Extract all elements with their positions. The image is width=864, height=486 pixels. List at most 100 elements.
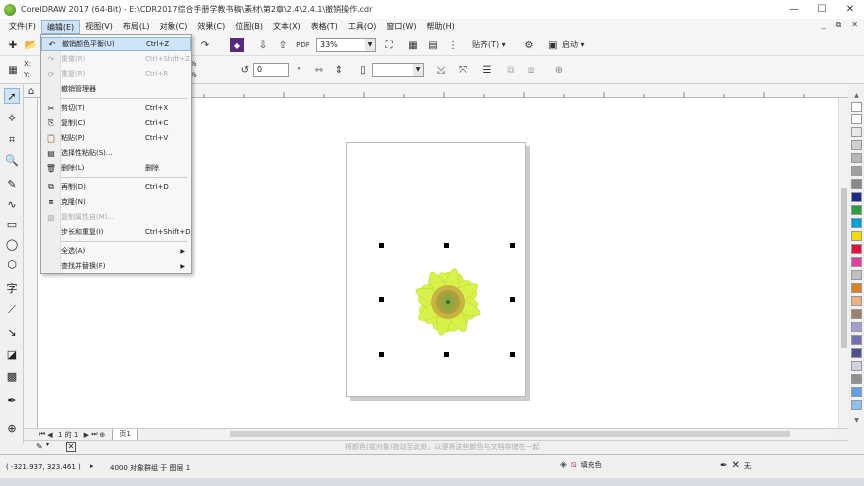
palette-swatch[interactable] bbox=[851, 309, 862, 319]
palette-swatch[interactable] bbox=[851, 270, 862, 280]
page-tab[interactable]: 页1 bbox=[112, 428, 138, 441]
doc-restore-icon[interactable]: ⧉ bbox=[836, 20, 842, 30]
add-tool-icon[interactable]: ⊕ bbox=[4, 420, 20, 436]
align-distribute-icon[interactable]: ☰ bbox=[480, 63, 494, 77]
edit-menu-item[interactable]: ▧ 复制属性自(M)... bbox=[41, 210, 191, 224]
edit-menu-item[interactable]: 🗑 删除(L) 删除 bbox=[41, 161, 191, 175]
publish-pdf-icon[interactable]: PDF bbox=[296, 38, 310, 52]
object-origin-icon[interactable]: ▦ bbox=[6, 63, 20, 77]
new-document-icon[interactable]: ✚ bbox=[6, 38, 20, 52]
parallel-dimension-icon[interactable]: ⟋ bbox=[4, 302, 20, 318]
palette-swatch[interactable] bbox=[851, 205, 862, 215]
selection-handle-middle-right[interactable] bbox=[510, 297, 515, 302]
palette-swatch[interactable] bbox=[851, 361, 862, 371]
palette-swatch[interactable] bbox=[851, 296, 862, 306]
palette-swatch[interactable] bbox=[851, 127, 862, 137]
mirror-horizontal-icon[interactable]: ⇿ bbox=[312, 63, 326, 77]
rotation-angle-input[interactable]: 0 bbox=[253, 63, 289, 77]
edit-menu-item[interactable]: ⧈ 克隆(N) bbox=[41, 195, 191, 209]
palette-arrow-icon[interactable]: ▾ bbox=[46, 441, 49, 448]
selection-handle-bottom-middle[interactable] bbox=[444, 352, 449, 357]
eyedropper-icon[interactable]: ✎ bbox=[36, 442, 43, 451]
edit-menu-item[interactable]: ▤ 选择性粘贴(S)... bbox=[41, 146, 191, 160]
palette-swatch[interactable] bbox=[851, 192, 862, 202]
shape-tool-icon[interactable]: ⟡ bbox=[4, 110, 20, 126]
selection-handle-top-left[interactable] bbox=[379, 243, 384, 248]
ellipse-tool-icon[interactable]: ◯ bbox=[4, 236, 20, 252]
previous-page-icon[interactable]: ◀ bbox=[46, 431, 54, 439]
menu-edit[interactable]: 编辑(E) bbox=[40, 19, 81, 34]
vertical-ruler[interactable] bbox=[24, 98, 38, 428]
selection-handle-top-right[interactable] bbox=[510, 243, 515, 248]
menu-file[interactable]: 文件(F) bbox=[4, 20, 41, 34]
edit-menu-item[interactable]: ⟳ 重复(R) Ctrl+R bbox=[41, 67, 191, 81]
palette-swatch[interactable] bbox=[851, 335, 862, 345]
edit-menu-item[interactable]: 查找并替换(F) ▶ bbox=[41, 259, 191, 273]
open-icon[interactable]: 📂 bbox=[24, 38, 38, 52]
edit-menu-item[interactable]: ⎘ 复制(C) Ctrl+C bbox=[41, 116, 191, 130]
palette-swatch[interactable] bbox=[851, 387, 862, 397]
launch-dropdown[interactable]: 启动 ▾ bbox=[562, 39, 585, 50]
options-gear-icon[interactable]: ⚙ bbox=[522, 38, 536, 52]
palette-swatch[interactable] bbox=[851, 257, 862, 267]
text-tool-icon[interactable]: 字 bbox=[4, 280, 20, 296]
palette-scroll-down-icon[interactable]: ▼ bbox=[851, 417, 862, 425]
menu-help[interactable]: 帮助(H) bbox=[422, 20, 460, 34]
pick-tool-icon[interactable]: ➚ bbox=[4, 88, 20, 104]
drop-shadow-tool-icon[interactable]: ◪ bbox=[4, 346, 20, 362]
minimize-button[interactable]: — bbox=[780, 0, 808, 19]
menu-text[interactable]: 文本(X) bbox=[268, 20, 306, 34]
vertical-scroll-thumb[interactable] bbox=[841, 188, 847, 348]
palette-swatch[interactable] bbox=[851, 218, 862, 228]
palette-swatch[interactable] bbox=[851, 374, 862, 384]
menu-view[interactable]: 视图(V) bbox=[80, 20, 118, 34]
selection-handle-bottom-right[interactable] bbox=[510, 352, 515, 357]
palette-swatch[interactable] bbox=[851, 153, 862, 163]
edit-menu-item[interactable]: 步长和重复(I) Ctrl+Shift+D bbox=[41, 225, 191, 239]
close-curve-icon[interactable]: ⤧ bbox=[456, 63, 470, 77]
no-color-swatch[interactable]: ✕ bbox=[66, 442, 76, 452]
weld-icon[interactable]: ⧈ bbox=[524, 63, 538, 77]
add-page-icon[interactable]: ⊕ bbox=[98, 431, 106, 439]
add-icon[interactable]: ⊕ bbox=[552, 63, 566, 77]
application-launcher-icon[interactable]: ▣ bbox=[546, 38, 560, 52]
polygon-tool-icon[interactable]: ⬡ bbox=[4, 256, 20, 272]
palette-swatch[interactable] bbox=[851, 244, 862, 254]
crop-tool-icon[interactable]: ⌗ bbox=[4, 132, 20, 148]
zoom-tool-icon[interactable]: 🔍 bbox=[4, 152, 20, 168]
edit-menu-item[interactable]: 📋 粘贴(P) Ctrl+V bbox=[41, 131, 191, 145]
palette-swatch[interactable] bbox=[851, 166, 862, 176]
break-curve-icon[interactable]: ⤩ bbox=[434, 63, 448, 77]
full-screen-icon[interactable]: ⛶ bbox=[382, 38, 396, 52]
zoom-dropdown-arrow[interactable]: ▼ bbox=[365, 39, 375, 51]
outline-width-select[interactable]: ▼ bbox=[372, 63, 424, 77]
mirror-vertical-icon[interactable]: ⇕ bbox=[332, 63, 346, 77]
menu-object[interactable]: 对象(C) bbox=[155, 20, 193, 34]
redo-icon[interactable]: ↷ bbox=[198, 38, 212, 52]
palette-swatch[interactable] bbox=[851, 400, 862, 410]
menu-window[interactable]: 窗口(W) bbox=[381, 20, 421, 34]
eyedropper-tool-icon[interactable]: ✒ bbox=[4, 392, 20, 408]
connector-tool-icon[interactable]: ↘ bbox=[4, 324, 20, 340]
menu-tools[interactable]: 工具(O) bbox=[343, 20, 382, 34]
palette-swatch[interactable] bbox=[851, 283, 862, 293]
selection-handle-bottom-left[interactable] bbox=[379, 352, 384, 357]
rectangle-tool-icon[interactable]: ▭ bbox=[4, 216, 20, 232]
selection-handle-top-middle[interactable] bbox=[444, 243, 449, 248]
menu-layout[interactable]: 布局(L) bbox=[118, 20, 155, 34]
artistic-media-icon[interactable]: ∿ bbox=[4, 196, 20, 212]
palette-swatch[interactable] bbox=[851, 179, 862, 189]
edit-menu-item[interactable]: ↷ 重做(R) Ctrl+Shift+Z bbox=[41, 52, 191, 66]
palette-scroll-up-icon[interactable]: ▲ bbox=[851, 92, 862, 100]
doc-minimize-icon[interactable]: _ bbox=[822, 20, 826, 30]
status-arrow-icon[interactable]: ▸ bbox=[90, 462, 94, 470]
palette-swatch[interactable] bbox=[851, 322, 862, 332]
horizontal-scroll-thumb[interactable] bbox=[230, 431, 790, 437]
snap-to-dropdown[interactable]: 贴齐(T) ▾ bbox=[472, 39, 506, 50]
menu-effects[interactable]: 效果(C) bbox=[192, 20, 230, 34]
home-icon[interactable]: ⌂ bbox=[24, 84, 38, 98]
no-fill-swatch[interactable] bbox=[851, 102, 862, 112]
show-grid-icon[interactable]: ▤ bbox=[426, 38, 440, 52]
outline-width-dropdown-arrow[interactable]: ▼ bbox=[413, 64, 423, 76]
menu-bitmaps[interactable]: 位图(B) bbox=[230, 20, 268, 34]
